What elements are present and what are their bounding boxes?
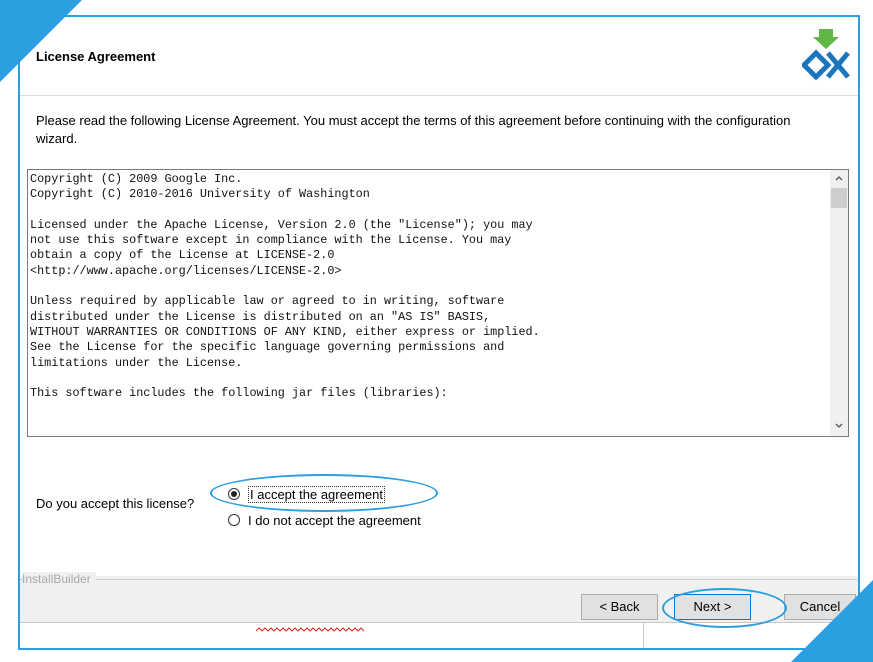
decline-label[interactable]: I do not accept the agreement	[248, 513, 421, 528]
license-line: <http://www.apache.org/licenses/LICENSE-…	[30, 263, 342, 278]
installbuilder-logo-icon	[802, 29, 850, 81]
license-line: This software includes the following jar…	[30, 386, 448, 401]
spellcheck-squiggle	[256, 627, 364, 632]
header: License Agreement	[20, 17, 858, 96]
license-textbox[interactable]: Copyright (C) 2009 Google Inc. Copyright …	[27, 169, 849, 437]
license-line: Licensed under the Apache License, Versi…	[30, 217, 533, 232]
installer-window: License Agreement Please read the follow…	[18, 15, 860, 650]
brand-divider	[20, 579, 858, 580]
accept-option[interactable]: I accept the agreement	[228, 485, 385, 503]
license-line: distributed under the License is distrib…	[30, 309, 491, 324]
content-area: Please read the following License Agreem…	[20, 96, 858, 576]
license-text: Copyright (C) 2009 Google Inc. Copyright …	[30, 172, 830, 434]
decline-radio[interactable]	[228, 514, 240, 526]
license-line: WITHOUT WARRANTIES OR CONDITIONS OF ANY …	[30, 324, 540, 339]
intro-text: Please read the following License Agreem…	[36, 113, 791, 146]
license-line	[30, 279, 830, 294]
license-line: limitations under the License.	[30, 355, 243, 370]
chevron-up-icon[interactable]	[830, 170, 848, 188]
back-button[interactable]: < Back	[581, 594, 658, 620]
accept-radio[interactable]	[228, 488, 240, 500]
corner-decoration	[791, 580, 873, 662]
license-line	[30, 371, 830, 386]
chevron-down-icon[interactable]	[830, 418, 848, 436]
brand-label: InstallBuilder	[22, 572, 96, 586]
license-line	[30, 203, 830, 218]
license-line: See the License for the specific languag…	[30, 340, 505, 355]
taskbar-strip	[20, 622, 858, 648]
strip-divider	[643, 623, 644, 648]
next-button[interactable]: Next >	[674, 594, 751, 620]
decline-option[interactable]: I do not accept the agreement	[228, 511, 421, 529]
license-line: Unless required by applicable law or agr…	[30, 294, 505, 309]
scrollbar[interactable]	[830, 170, 848, 436]
license-line: obtain a copy of the License at LICENSE-…	[30, 248, 335, 263]
license-line: not use this software except in complian…	[30, 233, 512, 248]
license-line: Copyright (C) 2009 Google Inc.	[30, 172, 243, 186]
license-line: Copyright (C) 2010-2016 University of Wa…	[30, 187, 370, 202]
accept-label[interactable]: I accept the agreement	[248, 485, 385, 503]
accept-question: Do you accept this license?	[36, 496, 195, 511]
scroll-thumb[interactable]	[831, 188, 847, 208]
corner-decoration	[0, 0, 82, 82]
